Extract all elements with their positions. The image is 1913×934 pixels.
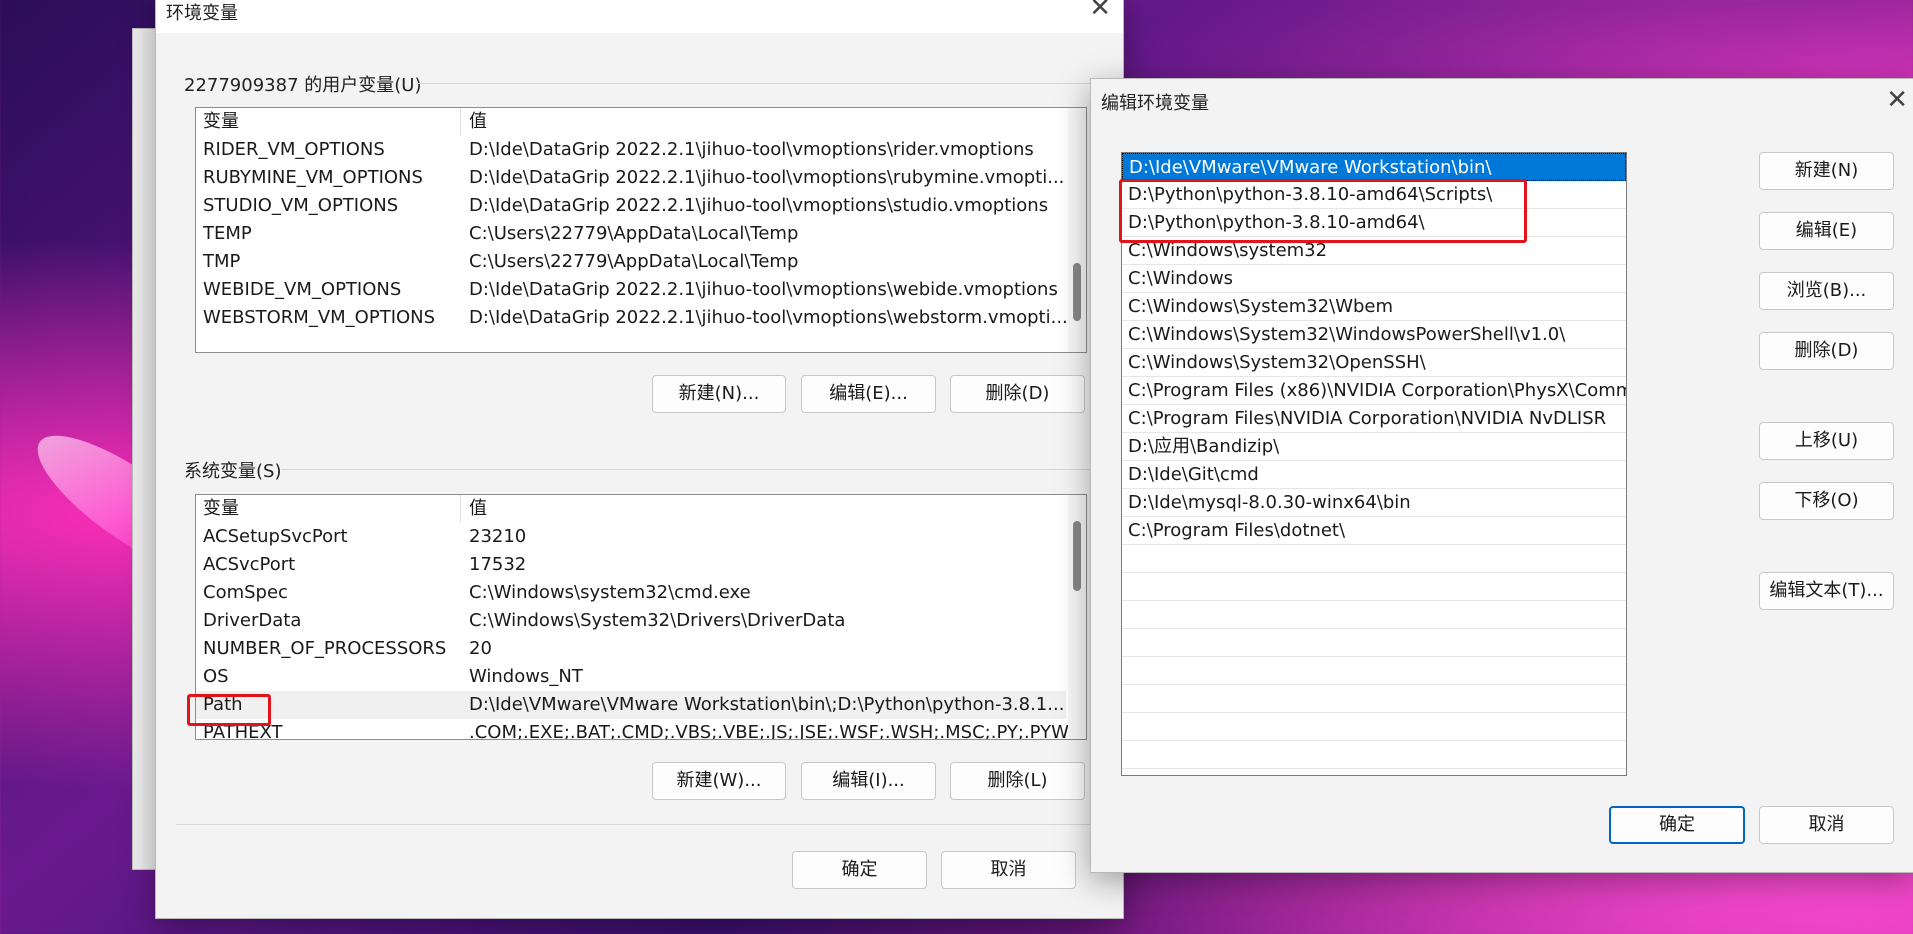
close-icon[interactable]: ✕ bbox=[1089, 0, 1111, 23]
list-item-selected[interactable]: D:\Ide\VMware\VMware Workstation\bin\ bbox=[1122, 153, 1626, 181]
list-item[interactable]: C:\Windows\System32\OpenSSH\ bbox=[1122, 349, 1626, 377]
var-name: ComSpec bbox=[203, 582, 288, 603]
python-paths-highlight-box bbox=[1119, 179, 1527, 243]
empty-list-row[interactable] bbox=[1122, 685, 1626, 713]
user-vars-header: 变量 值 bbox=[196, 108, 1066, 136]
var-name: RUBYMINE_VM_OPTIONS bbox=[203, 167, 423, 188]
scrollbar-thumb[interactable] bbox=[1073, 521, 1081, 591]
move-up-button[interactable]: 上移(U) bbox=[1759, 422, 1894, 460]
close-icon[interactable]: ✕ bbox=[1886, 85, 1908, 115]
empty-list-row[interactable] bbox=[1122, 629, 1626, 657]
var-value: 23210 bbox=[469, 526, 527, 547]
empty-list-row[interactable] bbox=[1122, 741, 1626, 769]
browse-button[interactable]: 浏览(B)... bbox=[1759, 272, 1894, 310]
var-value: C:\Users\22779\AppData\Local\Temp bbox=[469, 251, 799, 272]
column-header-value[interactable]: 值 bbox=[469, 495, 487, 523]
table-row-path[interactable]: Path D:\Ide\VMware\VMware Workstation\bin… bbox=[196, 691, 1066, 719]
path-highlight-box bbox=[187, 694, 271, 726]
var-value: 17532 bbox=[469, 554, 527, 575]
var-value: .COM;.EXE;.BAT;.CMD;.VBS;.VBE;.JS;.JSE;.… bbox=[469, 722, 1069, 740]
var-value: 20 bbox=[469, 638, 492, 659]
empty-list-row[interactable] bbox=[1122, 601, 1626, 629]
ok-button[interactable]: 确定 bbox=[1609, 806, 1745, 844]
user-vars-scrollbar[interactable] bbox=[1068, 108, 1086, 352]
list-item[interactable]: D:\Ide\Git\cmd bbox=[1122, 461, 1626, 489]
var-name: ACSetupSvcPort bbox=[203, 526, 348, 547]
empty-list-row[interactable] bbox=[1122, 573, 1626, 601]
edit-text-button[interactable]: 编辑文本(T)... bbox=[1759, 572, 1894, 610]
list-item[interactable]: D:\应用\Bandizip\ bbox=[1122, 433, 1626, 461]
move-down-button[interactable]: 下移(O) bbox=[1759, 482, 1894, 520]
var-value: D:\Ide\DataGrip 2022.2.1\jihuo-tool\vmop… bbox=[469, 167, 1065, 188]
var-name: DriverData bbox=[203, 610, 302, 631]
list-item[interactable]: C:\Program Files (x86)\NVIDIA Corporatio… bbox=[1122, 377, 1626, 405]
user-new-button[interactable]: 新建(N)... bbox=[652, 375, 786, 413]
edit-path-button[interactable]: 编辑(E) bbox=[1759, 212, 1894, 250]
column-header-value[interactable]: 值 bbox=[469, 108, 487, 136]
var-name: ACSvcPort bbox=[203, 554, 296, 575]
user-variables-group-label: 2277909387 的用户变量(U) bbox=[184, 75, 422, 96]
cancel-button[interactable]: 取消 bbox=[1759, 806, 1894, 844]
system-edit-button[interactable]: 编辑(I)... bbox=[801, 762, 936, 800]
empty-list-row[interactable] bbox=[1122, 545, 1626, 573]
env-dialog-titlebar: 环境变量 ✕ bbox=[156, 0, 1123, 33]
list-item[interactable]: D:\Ide\mysql-8.0.30-winx64\bin bbox=[1122, 489, 1626, 517]
system-vars-scrollbar[interactable] bbox=[1068, 495, 1086, 739]
var-name: RIDER_VM_OPTIONS bbox=[203, 139, 385, 160]
var-value: Windows_NT bbox=[469, 666, 583, 687]
var-name: TEMP bbox=[203, 223, 252, 244]
empty-list-row[interactable] bbox=[1122, 713, 1626, 741]
var-value: D:\Ide\DataGrip 2022.2.1\jihuo-tool\vmop… bbox=[469, 195, 1049, 216]
column-separator[interactable] bbox=[460, 108, 461, 136]
edit-environment-variable-dialog: 编辑环境变量 ✕ D:\Ide\VMware\VMware Workstatio… bbox=[1090, 78, 1913, 873]
delete-path-button[interactable]: 删除(D) bbox=[1759, 332, 1894, 370]
var-name: NUMBER_OF_PROCESSORS bbox=[203, 638, 447, 659]
var-value: C:\Windows\System32\Drivers\DriverData bbox=[469, 610, 846, 631]
edit-dialog-title: 编辑环境变量 bbox=[1101, 93, 1209, 114]
var-name: STUDIO_VM_OPTIONS bbox=[203, 195, 399, 216]
empty-list-row[interactable] bbox=[1122, 657, 1626, 685]
column-header-variable[interactable]: 变量 bbox=[203, 108, 239, 136]
var-name: WEBIDE_VM_OPTIONS bbox=[203, 279, 402, 300]
var-name: WEBSTORM_VM_OPTIONS bbox=[203, 307, 436, 328]
new-path-button[interactable]: 新建(N) bbox=[1759, 152, 1894, 190]
edit-dialog-titlebar: 编辑环境变量 ✕ bbox=[1091, 79, 1913, 123]
column-header-variable[interactable]: 变量 bbox=[203, 495, 239, 523]
user-delete-button[interactable]: 删除(D) bbox=[950, 375, 1085, 413]
system-vars-header: 变量 值 bbox=[196, 495, 1066, 523]
cancel-button[interactable]: 取消 bbox=[941, 851, 1076, 889]
var-value: C:\Windows\system32\cmd.exe bbox=[469, 582, 751, 603]
list-item[interactable]: C:\Program Files\dotnet\ bbox=[1122, 517, 1626, 545]
ok-button[interactable]: 确定 bbox=[792, 851, 927, 889]
var-value: C:\Users\22779\AppData\Local\Temp bbox=[469, 223, 799, 244]
var-value: D:\Ide\DataGrip 2022.2.1\jihuo-tool\vmop… bbox=[469, 279, 1058, 300]
environment-variables-dialog: 环境变量 ✕ 2277909387 的用户变量(U) 变量 值 RIDER_VM… bbox=[155, 0, 1124, 919]
var-value: D:\Ide\VMware\VMware Workstation\bin\;D:… bbox=[469, 694, 1065, 715]
user-edit-button[interactable]: 编辑(E)... bbox=[801, 375, 936, 413]
list-item[interactable]: C:\Program Files\NVIDIA Corporation\NVID… bbox=[1122, 405, 1626, 433]
list-item[interactable]: C:\Windows bbox=[1122, 265, 1626, 293]
var-value: D:\Ide\DataGrip 2022.2.1\jihuo-tool\vmop… bbox=[469, 139, 1034, 160]
bottom-divider bbox=[176, 824, 1107, 825]
var-name: OS bbox=[203, 666, 229, 687]
system-variables-list[interactable]: 变量 值 ACSetupSvcPort 23210 ACSvcPort 17532 … bbox=[195, 494, 1087, 740]
system-new-button[interactable]: 新建(W)... bbox=[652, 762, 786, 800]
system-delete-button[interactable]: 删除(L) bbox=[950, 762, 1085, 800]
scrollbar-thumb[interactable] bbox=[1073, 263, 1081, 321]
column-separator[interactable] bbox=[460, 495, 461, 523]
path-entries-list[interactable]: D:\Ide\VMware\VMware Workstation\bin\ D:… bbox=[1121, 152, 1627, 776]
list-item[interactable]: C:\Windows\System32\Wbem bbox=[1122, 293, 1626, 321]
var-name: TMP bbox=[203, 251, 241, 272]
user-group-divider bbox=[416, 83, 1105, 84]
user-variables-list[interactable]: 变量 值 RIDER_VM_OPTIONS D:\Ide\DataGrip 202… bbox=[195, 107, 1087, 353]
var-value: D:\Ide\DataGrip 2022.2.1\jihuo-tool\vmop… bbox=[469, 307, 1068, 328]
env-dialog-title: 环境变量 bbox=[166, 3, 238, 24]
system-group-divider bbox=[281, 469, 1105, 470]
list-item[interactable]: C:\Windows\System32\WindowsPowerShell\v1… bbox=[1122, 321, 1626, 349]
system-variables-group-label: 系统变量(S) bbox=[184, 461, 282, 482]
